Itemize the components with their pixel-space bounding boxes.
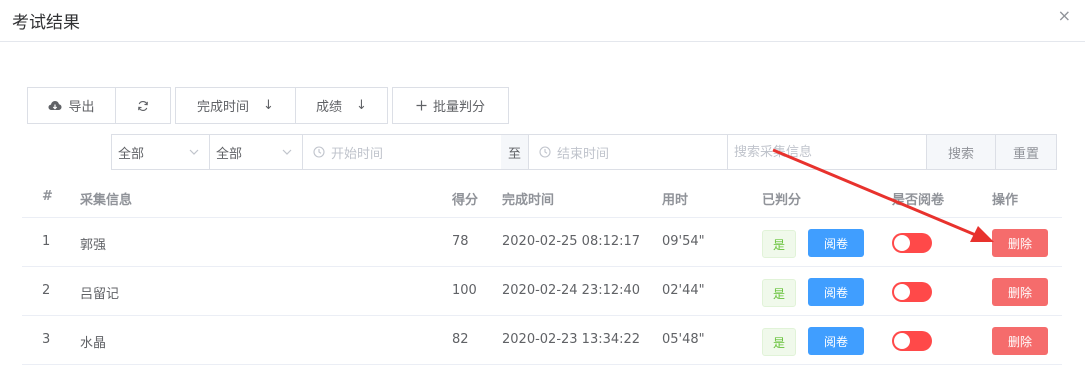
graded-badge: 是 — [762, 328, 796, 356]
range-separator: 至 — [501, 134, 528, 170]
dialog-title: 考试结果 — [12, 13, 80, 33]
row-index: 3 — [42, 332, 51, 347]
chevron-down-icon — [189, 149, 199, 155]
review-button[interactable]: 阅卷 — [808, 327, 864, 355]
clock-icon — [539, 146, 551, 158]
close-icon[interactable]: × — [1058, 6, 1071, 25]
sort-by-time-label: 完成时间 — [197, 100, 250, 115]
header-actions: 操作 — [992, 193, 1019, 208]
graded-badge: 是 — [762, 230, 796, 258]
row-name: 水晶 — [80, 336, 107, 351]
refresh-button[interactable] — [115, 87, 171, 124]
header-duration: 用时 — [662, 193, 689, 208]
category-select[interactable]: 全部 — [209, 134, 303, 170]
row-score: 78 — [452, 234, 469, 249]
filter-bar: 全部 全部 开始时间 至 结束时间 搜索 重置 — [0, 134, 1085, 170]
start-time-input[interactable]: 开始时间 — [302, 134, 502, 170]
table-row: 2 吕留记 100 2020-02-24 23:12:40 02'44" 是 阅… — [22, 267, 1062, 316]
plus-icon — [416, 100, 427, 111]
chevron-down-icon — [282, 149, 292, 155]
status-select[interactable]: 全部 — [111, 134, 210, 170]
row-duration: 02'44" — [662, 283, 705, 298]
row-duration: 05'48" — [662, 332, 705, 347]
reviewed-toggle[interactable] — [892, 233, 932, 253]
header-reviewed: 是否阅卷 — [892, 193, 945, 208]
row-score: 82 — [452, 332, 469, 347]
end-time-placeholder: 结束时间 — [557, 146, 610, 162]
header-finish-time: 完成时间 — [502, 193, 555, 208]
sort-by-score-label: 成绩 — [316, 100, 343, 115]
review-button[interactable]: 阅卷 — [808, 229, 864, 257]
cloud-download-icon — [48, 100, 62, 110]
results-table: # 采集信息 得分 完成时间 用时 已判分 是否阅卷 操作 1 郭强 78 20… — [22, 176, 1062, 365]
status-select-value: 全部 — [118, 146, 145, 162]
row-name: 吕留记 — [80, 287, 120, 302]
category-select-value: 全部 — [216, 146, 243, 162]
table-row: 1 郭强 78 2020-02-25 08:12:17 09'54" 是 阅卷 … — [22, 218, 1062, 267]
delete-button[interactable]: 删除 — [992, 278, 1048, 306]
row-name: 郭强 — [80, 238, 107, 253]
clock-icon — [313, 146, 325, 158]
sort-down-icon: ↓ — [263, 98, 274, 113]
header-info: 采集信息 — [80, 193, 133, 208]
table-header: # 采集信息 得分 完成时间 用时 已判分 是否阅卷 操作 — [22, 176, 1062, 218]
search-input[interactable] — [727, 134, 927, 170]
row-finish-time: 2020-02-24 23:12:40 — [502, 283, 641, 298]
row-index: 2 — [42, 283, 51, 298]
row-finish-time: 2020-02-23 13:34:22 — [502, 332, 641, 347]
graded-badge: 是 — [762, 279, 796, 307]
sort-down-icon: ↓ — [356, 98, 367, 113]
export-label: 导出 — [68, 100, 95, 115]
table-row: 3 水晶 82 2020-02-23 13:34:22 05'48" 是 阅卷 … — [22, 316, 1062, 365]
header-index: # — [42, 189, 53, 204]
end-time-input[interactable]: 结束时间 — [528, 134, 728, 170]
refresh-icon — [138, 100, 148, 111]
start-time-placeholder: 开始时间 — [331, 146, 384, 162]
row-duration: 09'54" — [662, 234, 705, 249]
batch-grade-button[interactable]: 批量判分 — [392, 87, 509, 124]
delete-button[interactable]: 删除 — [992, 327, 1048, 355]
export-button[interactable]: 导出 — [27, 87, 116, 124]
dialog-header: 考试结果 × — [0, 0, 1085, 42]
row-finish-time: 2020-02-25 08:12:17 — [502, 234, 641, 249]
row-index: 1 — [42, 234, 51, 249]
sort-by-score-button[interactable]: 成绩 ↓ — [295, 87, 388, 124]
reviewed-toggle[interactable] — [892, 331, 932, 351]
sort-by-time-button[interactable]: 完成时间 ↓ — [175, 87, 296, 124]
reset-button[interactable]: 重置 — [995, 134, 1057, 170]
delete-button[interactable]: 删除 — [992, 229, 1048, 257]
reviewed-toggle[interactable] — [892, 282, 932, 302]
review-button[interactable]: 阅卷 — [808, 278, 864, 306]
search-button[interactable]: 搜索 — [926, 134, 996, 170]
header-graded: 已判分 — [762, 193, 802, 208]
row-score: 100 — [452, 283, 477, 298]
header-score: 得分 — [452, 193, 479, 208]
batch-grade-label: 批量判分 — [432, 100, 485, 115]
